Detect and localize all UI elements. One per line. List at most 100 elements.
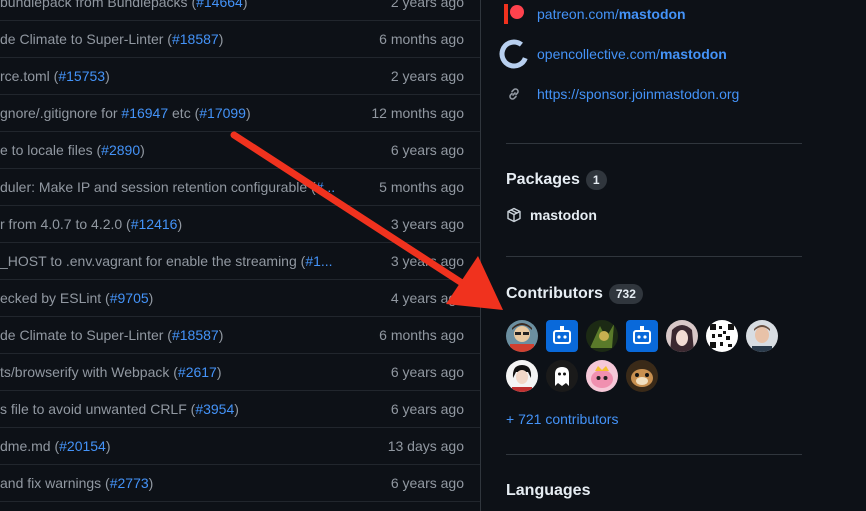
pull-request-link[interactable]: #9705	[110, 290, 149, 306]
pull-request-link[interactable]: #14664	[196, 0, 243, 10]
commit-text: )	[242, 0, 248, 10]
opencollective-icon	[499, 39, 529, 69]
commit-row: gnore/.gitignore for #16947 etc (#17099)…	[0, 95, 480, 132]
commit-row: ts/browserify with Webpack (#2617) 6 year…	[0, 354, 480, 391]
commit-message[interactable]: ts/browserify with Webpack (#2617)	[0, 354, 352, 390]
section-divider	[506, 454, 802, 455]
commit-text: )	[234, 401, 239, 417]
commit-message[interactable]: s file to avoid unwanted CRLF (#3954)	[0, 391, 352, 427]
package-name: mastodon	[530, 207, 597, 223]
commit-row: e to locale files (#2890) 6 years ago	[0, 132, 480, 169]
bot-avatar[interactable]	[626, 320, 658, 352]
commit-text: )	[216, 364, 222, 380]
pull-request-link[interactable]: #3954	[195, 401, 234, 417]
pull-request-link[interactable]: #15753	[58, 68, 105, 84]
commit-message[interactable]: _HOST to .env.vagrant for enable the str…	[0, 243, 352, 279]
contributor-avatar[interactable]	[586, 320, 618, 352]
commit-row: _HOST to .env.vagrant for enable the str…	[0, 243, 480, 280]
commit-message[interactable]: rce.toml (#15753)	[0, 58, 352, 94]
column-divider	[480, 0, 481, 511]
sponsor-prefix: https://sponsor.joinmastodon.org	[537, 86, 740, 102]
commit-message[interactable]: e to locale files (#2890)	[0, 132, 352, 168]
commit-message[interactable]: dme.md (#20154)	[0, 428, 352, 464]
packages-count-badge: 1	[585, 170, 607, 190]
commit-row: de Climate to Super-Linter (#18587) 6 mon…	[0, 317, 480, 354]
sponsor-link-patreon[interactable]: patreon.com/mastodon	[504, 4, 686, 24]
commit-text: de Climate to Super-Linter (	[0, 31, 172, 47]
commit-text: bundlepack from Bundlepacks (	[0, 0, 197, 10]
contributor-avatar[interactable]	[546, 360, 578, 392]
commit-list: bundlepack from Bundlepacks (#14664) 2 ye…	[0, 0, 480, 511]
commit-age: 5 months ago	[379, 179, 464, 195]
commit-age: 12 months ago	[371, 105, 464, 121]
commit-row: dme.md (#20154) 13 days ago	[0, 428, 480, 465]
commit-message[interactable]: gnore/.gitignore for #16947 etc (#17099)	[0, 95, 352, 131]
pull-request-link[interactable]: #17099	[199, 105, 246, 121]
commit-text: )	[140, 142, 145, 158]
pull-request-link[interactable]: #12416	[131, 216, 178, 232]
sponsor-link-label[interactable]: opencollective.com/mastodon	[537, 46, 727, 62]
sponsor-link-opencollective[interactable]: opencollective.com/mastodon	[499, 39, 727, 69]
commit-age: 6 years ago	[390, 401, 464, 417]
bot-avatar[interactable]	[546, 320, 578, 352]
commit-row: s file to avoid unwanted CRLF (#3954) 6 y…	[0, 391, 480, 428]
sponsor-bold: mastodon	[659, 46, 727, 62]
commit-text: ts/browserify with Webpack (	[0, 364, 178, 380]
commit-text: )	[218, 327, 224, 343]
commit-text: )	[177, 216, 183, 232]
commit-age: 6 years ago	[390, 142, 464, 158]
pull-request-link[interactable]: #2617	[178, 364, 217, 380]
commit-text: duler: Make IP and session retention con…	[0, 179, 316, 195]
pull-request-link[interactable]: #20154	[59, 438, 106, 454]
pull-request-link[interactable]: #1...	[305, 253, 332, 269]
pull-request-link[interactable]: #16947	[121, 105, 168, 121]
package-icon	[506, 207, 522, 223]
commit-text: )	[245, 105, 251, 121]
contributor-avatar[interactable]	[666, 320, 698, 352]
packages-heading[interactable]: Packages 1	[506, 170, 607, 190]
commit-age: 6 years ago	[390, 475, 464, 491]
commit-message[interactable]: ecked by ESLint (#9705)	[0, 280, 352, 316]
commit-row: r from 4.0.7 to 4.2.0 (#12416) 3 years ag…	[0, 206, 480, 243]
commit-message[interactable]: and fix warnings (#2773)	[0, 465, 352, 501]
commit-text: and fix warnings (	[0, 475, 110, 491]
sponsor-link-website[interactable]: https://sponsor.joinmastodon.org	[506, 84, 739, 104]
commit-message[interactable]: de Climate to Super-Linter (#18587)	[0, 317, 352, 353]
sponsor-link-label[interactable]: https://sponsor.joinmastodon.org	[537, 86, 739, 102]
sponsor-prefix: opencollective.com/	[537, 46, 660, 62]
contributor-avatar[interactable]	[746, 320, 778, 352]
commit-text: e to locale files (	[0, 142, 102, 158]
contributor-avatar[interactable]	[706, 320, 738, 352]
contributor-avatar[interactable]	[506, 360, 538, 392]
commit-text: )	[105, 438, 111, 454]
section-divider	[506, 143, 802, 144]
commit-age: 3 years ago	[390, 253, 464, 269]
commit-age: 6 months ago	[379, 327, 464, 343]
commit-message[interactable]: r from 4.0.7 to 4.2.0 (#12416)	[0, 206, 352, 242]
commit-text: _HOST to .env.vagrant for enable the str…	[0, 253, 306, 269]
pull-request-link[interactable]: #...	[316, 179, 335, 195]
commit-text: )	[218, 31, 224, 47]
commit-row: bundlepack from Bundlepacks (#14664) 2 ye…	[0, 0, 480, 21]
contributors-heading[interactable]: Contributors 732	[506, 284, 643, 304]
commit-message[interactable]: duler: Make IP and session retention con…	[0, 169, 352, 205]
languages-heading[interactable]: Languages	[506, 482, 590, 500]
commit-text: de Climate to Super-Linter (	[0, 327, 172, 343]
commit-row: de Climate to Super-Linter (#18587) 6 mon…	[0, 21, 480, 58]
commit-text: dme.md (	[0, 438, 60, 454]
package-item[interactable]: mastodon	[506, 207, 597, 223]
pull-request-link[interactable]: #2773	[110, 475, 149, 491]
more-contributors-link[interactable]: + 721 contributors	[506, 411, 618, 427]
pull-request-link[interactable]: #2890	[101, 142, 140, 158]
sponsor-bold: mastodon	[618, 6, 686, 22]
contributor-avatar[interactable]	[586, 360, 618, 392]
commit-message[interactable]: bundlepack from Bundlepacks (#14664)	[0, 0, 352, 20]
commit-message[interactable]: de Climate to Super-Linter (#18587)	[0, 21, 352, 57]
pull-request-link[interactable]: #18587	[172, 327, 219, 343]
sponsor-link-label[interactable]: patreon.com/mastodon	[537, 6, 686, 22]
contributor-avatar[interactable]	[506, 320, 538, 352]
commit-text: gnore/.gitignore for	[0, 105, 122, 121]
contributors-count-badge: 732	[608, 284, 643, 304]
contributor-avatar[interactable]	[626, 360, 658, 392]
pull-request-link[interactable]: #18587	[172, 31, 219, 47]
